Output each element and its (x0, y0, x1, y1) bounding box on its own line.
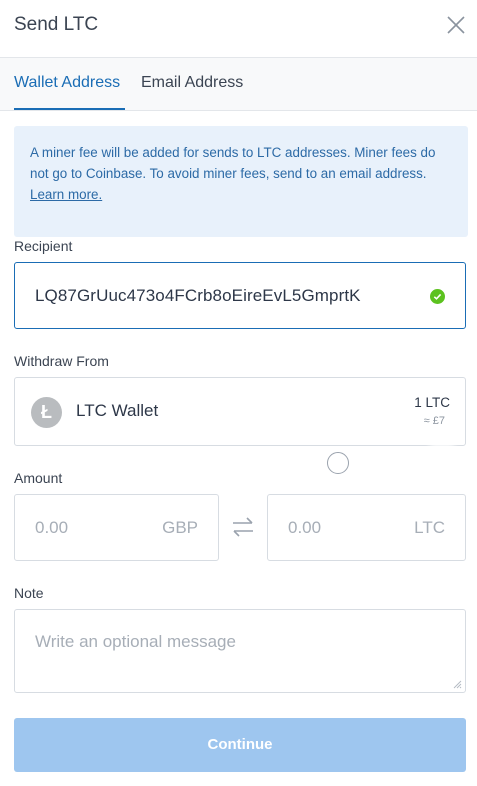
wallet-select[interactable]: Ł LTC Wallet 1 LTC ≈ £7 (14, 377, 466, 446)
amount-label: Amount (14, 470, 63, 486)
redacted-area (340, 400, 372, 410)
modal-header: Send LTC (0, 0, 477, 58)
recipient-label: Recipient (14, 238, 73, 254)
withdraw-label: Withdraw From (14, 353, 109, 369)
note-label: Note (14, 585, 44, 601)
recipient-input[interactable]: LQ87GrUuc473o4FCrb8oEireEvL5GmprtK (14, 262, 466, 329)
redacted-area (435, 432, 449, 442)
fiat-amount-input[interactable]: 0.00 GBP (14, 494, 219, 561)
wallet-name: LTC Wallet (76, 401, 159, 420)
crypto-amount-input[interactable]: 0.00 LTC (267, 494, 466, 561)
tab-email-address[interactable]: Email Address (141, 74, 243, 92)
miner-fee-notice: A miner fee will be added for sends to L… (14, 126, 468, 237)
wallet-fiat-balance: ≈ £7 (423, 415, 445, 427)
swap-icon[interactable] (231, 516, 255, 538)
close-icon[interactable] (445, 14, 467, 36)
continue-button[interactable]: Continue (14, 718, 466, 772)
wallet-balance: 1 LTC (414, 395, 450, 410)
tab-bar: Wallet Address Email Address (0, 58, 477, 111)
litecoin-icon: Ł (31, 397, 62, 428)
note-placeholder: Write an optional message (35, 632, 236, 651)
notice-text: A miner fee will be added for sends to L… (30, 145, 436, 181)
note-textarea[interactable]: Write an optional message (14, 609, 466, 693)
tab-wallet-address[interactable]: Wallet Address (14, 74, 120, 92)
learn-more-link[interactable]: Learn more. (30, 187, 102, 202)
check-icon (430, 289, 445, 304)
crypto-amount-value: 0.00 (288, 518, 322, 537)
active-tab-indicator (14, 108, 125, 110)
cursor-indicator (327, 452, 349, 474)
crypto-currency: LTC (414, 518, 445, 537)
recipient-value: LQ87GrUuc473o4FCrb8oEireEvL5GmprtK (35, 286, 361, 305)
fiat-currency: GBP (162, 518, 198, 537)
fiat-amount-value: 0.00 (35, 518, 69, 537)
page-title: Send LTC (14, 14, 99, 35)
resize-handle-icon[interactable] (453, 680, 462, 689)
